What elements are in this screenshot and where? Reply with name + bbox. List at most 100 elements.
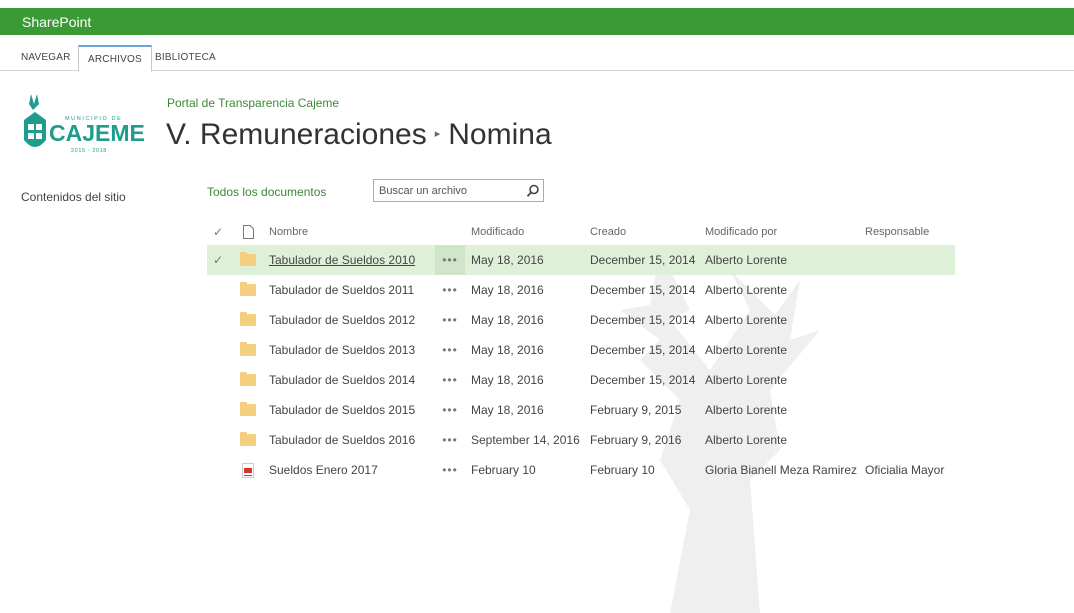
row-created: December 15, 2014 <box>590 253 696 267</box>
row-more-actions-icon[interactable]: ••• <box>435 275 465 305</box>
row-modified: May 18, 2016 <box>471 283 544 297</box>
row-created: December 15, 2014 <box>590 373 696 387</box>
row-name[interactable]: Tabulador de Sueldos 2013 <box>269 335 415 365</box>
row-name[interactable]: Tabulador de Sueldos 2016 <box>269 425 415 455</box>
ribbon-tabs: NAVEGAR ARCHIVOS BIBLIOTECA <box>0 35 1074 72</box>
breadcrumb-separator-icon: ▸ <box>434 127 441 140</box>
row-modified: May 18, 2016 <box>471 253 544 267</box>
row-more-actions-icon[interactable]: ••• <box>435 335 465 365</box>
table-row[interactable]: Tabulador de Sueldos 2015 ••• May 18, 2016… <box>207 395 955 425</box>
row-name-link[interactable]: Tabulador de Sueldos 2012 <box>269 313 415 327</box>
folder-icon <box>240 372 256 386</box>
view-selector-all-documents[interactable]: Todos los documentos <box>207 185 326 199</box>
folder-icon <box>240 342 256 356</box>
sharepoint-brand[interactable]: SharePoint <box>22 14 91 30</box>
row-modified: May 18, 2016 <box>471 403 544 417</box>
row-type-icon <box>239 275 257 305</box>
search-input[interactable] <box>379 183 519 198</box>
table-row[interactable]: Tabulador de Sueldos 2011 ••• May 18, 2016… <box>207 275 955 305</box>
row-name-link[interactable]: Tabulador de Sueldos 2013 <box>269 343 415 357</box>
select-all-checkbox[interactable]: ✓ <box>211 218 225 245</box>
row-checkbox[interactable]: ✓ <box>211 245 225 275</box>
row-type-icon <box>239 335 257 365</box>
folder-icon <box>240 282 256 296</box>
row-created: December 15, 2014 <box>590 283 696 297</box>
row-checkbox[interactable] <box>211 455 225 485</box>
file-type-header-icon[interactable] <box>239 218 257 245</box>
row-name-link[interactable]: Tabulador de Sueldos 2014 <box>269 373 415 387</box>
row-more-actions-icon[interactable]: ••• <box>435 455 465 485</box>
column-header-nombre[interactable]: Nombre <box>269 218 308 245</box>
column-header-modificado-por[interactable]: Modificado por <box>705 218 777 245</box>
row-modified-by[interactable]: Alberto Lorente <box>705 365 787 395</box>
row-checkbox[interactable] <box>211 335 225 365</box>
row-more-actions-icon[interactable]: ••• <box>435 425 465 455</box>
table-row[interactable]: Tabulador de Sueldos 2014 ••• May 18, 2016… <box>207 365 955 395</box>
column-header-modificado[interactable]: Modificado <box>471 218 524 245</box>
row-more-actions-icon[interactable]: ••• <box>435 395 465 425</box>
row-modified-by[interactable]: Alberto Lorente <box>705 245 787 275</box>
row-modified: September 14, 2016 <box>471 433 580 447</box>
search-box <box>373 179 544 202</box>
row-name-link[interactable]: Tabulador de Sueldos 2010 <box>269 253 415 267</box>
row-checkbox[interactable] <box>211 305 225 335</box>
row-modified-by[interactable]: Gloria Bianell Meza Ramirez <box>705 455 857 485</box>
row-more-actions-icon[interactable]: ••• <box>435 305 465 335</box>
logo-name: CAJEME <box>49 120 145 146</box>
row-name[interactable]: Tabulador de Sueldos 2014 <box>269 365 415 395</box>
table-row[interactable]: Tabulador de Sueldos 2012 ••• May 18, 2016… <box>207 305 955 335</box>
folder-icon <box>240 402 256 416</box>
column-header-responsable[interactable]: Responsable <box>865 218 929 245</box>
site-breadcrumb-link[interactable]: Portal de Transparencia Cajeme <box>167 96 339 110</box>
tab-biblioteca[interactable]: BIBLIOTECA <box>146 45 225 71</box>
row-type-icon <box>239 245 257 275</box>
table-row[interactable]: Tabulador de Sueldos 2016 ••• September 14… <box>207 425 955 455</box>
row-more-actions-icon[interactable]: ••• <box>435 365 465 395</box>
search-icon[interactable] <box>525 183 541 199</box>
row-checkbox[interactable] <box>211 425 225 455</box>
table-row[interactable]: Tabulador de Sueldos 2013 ••• May 18, 2016… <box>207 335 955 365</box>
row-modified-by[interactable]: Alberto Lorente <box>705 395 787 425</box>
row-name[interactable]: Tabulador de Sueldos 2015 <box>269 395 415 425</box>
logo-years: 2015 - 2018 <box>71 148 107 154</box>
row-checkbox[interactable] <box>211 395 225 425</box>
left-navigation: Contenidos del sitio <box>21 190 126 204</box>
row-modified-by[interactable]: Alberto Lorente <box>705 275 787 305</box>
row-checkbox[interactable] <box>211 365 225 395</box>
row-modified: May 18, 2016 <box>471 343 544 357</box>
row-created: December 15, 2014 <box>590 343 696 357</box>
municipio-cajeme-logo[interactable]: MUNICIPIO DE CAJEME 2015 - 2018 <box>21 90 151 158</box>
row-type-icon <box>239 305 257 335</box>
row-type-icon <box>239 365 257 395</box>
row-name-link[interactable]: Sueldos Enero 2017 <box>269 463 378 477</box>
nav-item-contenidos-del-sitio[interactable]: Contenidos del sitio <box>21 190 126 204</box>
row-created: February 9, 2015 <box>590 403 682 417</box>
row-name[interactable]: Tabulador de Sueldos 2010 <box>269 245 415 275</box>
tab-navegar[interactable]: NAVEGAR <box>12 45 80 71</box>
row-responsible: Oficialia Mayor <box>865 463 945 477</box>
row-type-icon <box>239 425 257 455</box>
row-modified-by[interactable]: Alberto Lorente <box>705 425 787 455</box>
row-name[interactable]: Sueldos Enero 2017 <box>269 455 378 485</box>
row-created: February 9, 2016 <box>590 433 682 447</box>
column-header-creado[interactable]: Creado <box>590 218 626 245</box>
folder-icon <box>240 252 256 266</box>
row-modified: May 18, 2016 <box>471 313 544 327</box>
row-name[interactable]: Tabulador de Sueldos 2012 <box>269 305 415 335</box>
row-name-link[interactable]: Tabulador de Sueldos 2015 <box>269 403 415 417</box>
table-row[interactable]: Sueldos Enero 2017 ••• February 10 February… <box>207 455 955 485</box>
row-type-icon <box>239 455 257 485</box>
row-more-actions-icon[interactable]: ••• <box>435 245 465 275</box>
list-header: ✓ Nombre Modificado Creado Modificado po… <box>207 218 955 245</box>
tab-archivos[interactable]: ARCHIVOS <box>78 45 152 72</box>
table-row[interactable]: ✓ Tabulador de Sueldos 2010 ••• May 18, 201… <box>207 245 955 275</box>
row-name-link[interactable]: Tabulador de Sueldos 2011 <box>269 283 414 297</box>
row-modified-by[interactable]: Alberto Lorente <box>705 305 787 335</box>
row-type-icon <box>239 395 257 425</box>
row-modified: February 10 <box>471 463 536 477</box>
row-modified-by[interactable]: Alberto Lorente <box>705 335 787 365</box>
row-name[interactable]: Tabulador de Sueldos 2011 <box>269 275 414 305</box>
page-title-parent[interactable]: V. Remuneraciones <box>166 118 427 151</box>
row-name-link[interactable]: Tabulador de Sueldos 2016 <box>269 433 415 447</box>
row-checkbox[interactable] <box>211 275 225 305</box>
